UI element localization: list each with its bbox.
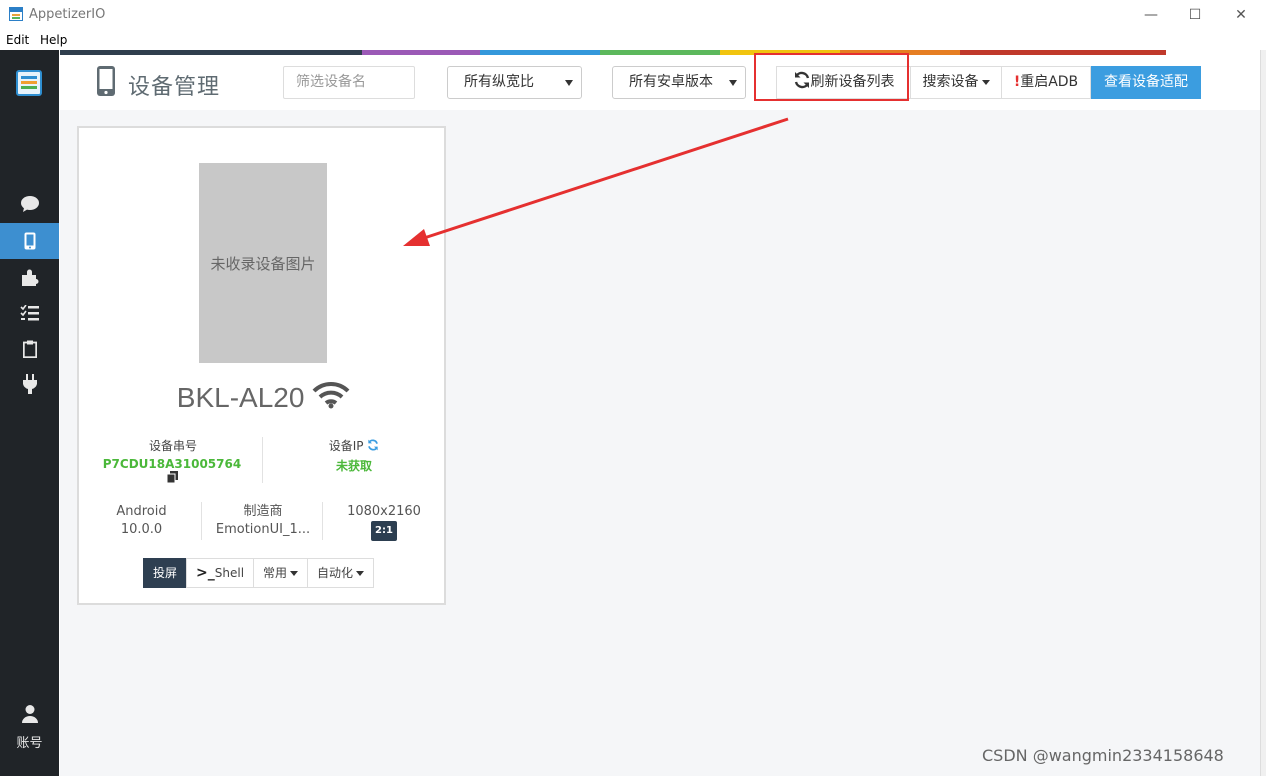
- watermark: CSDN @wangmin2334158648: [982, 746, 1224, 765]
- annotation-arrow: [403, 117, 789, 246]
